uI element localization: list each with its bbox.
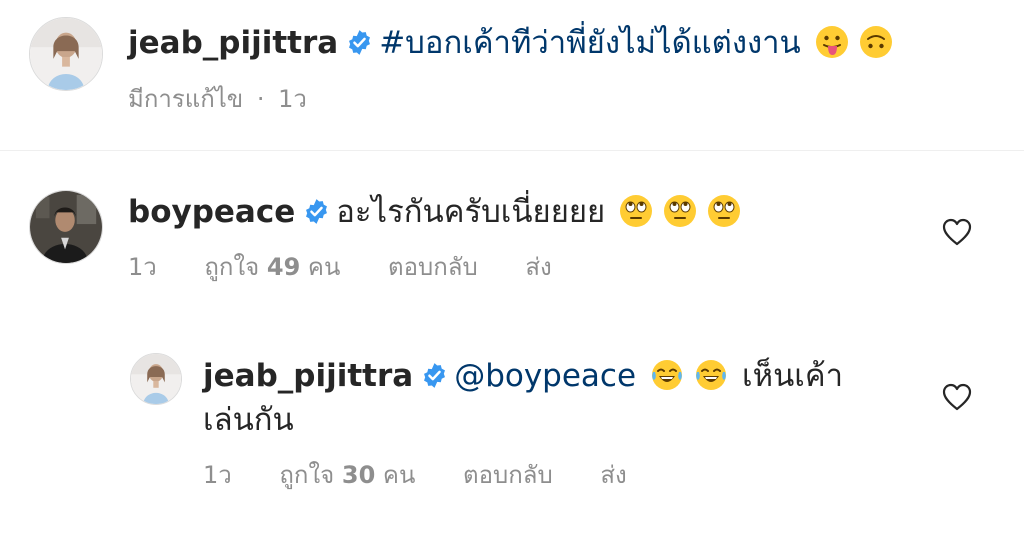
reply-username[interactable]: jeab_pijittra	[203, 358, 413, 394]
caption-line: jeab_pijittra #บอกเค้าทีว่าพี่ยังไม่ได้แต…	[128, 23, 893, 63]
likes-suffix: คน	[382, 461, 416, 489]
comment-meta: 1ว ถูกใจ 49 คน ตอบกลับ ส่ง	[128, 252, 552, 282]
meta-dot: ·	[256, 85, 265, 113]
reply-send-button[interactable]: ส่ง	[600, 460, 626, 490]
user-photo-icon	[30, 18, 102, 90]
comment-like-heart-icon[interactable]	[942, 218, 972, 246]
reply-meta: 1ว ถูกใจ 30 คน ตอบกลับ ส่ง	[203, 460, 627, 490]
likes-suffix: คน	[307, 253, 341, 281]
comment-line: boypeace อะไรกันครับเนี่ยยยย	[128, 192, 741, 232]
tears-of-joy-emoji-icon	[650, 358, 684, 392]
reply-avatar[interactable]	[130, 353, 182, 405]
comment-time: 1ว	[128, 253, 157, 281]
eye-roll-face-emoji-icon	[707, 194, 741, 228]
reply-line-1: jeab_pijittra @boypeace เห็นเค้า	[203, 356, 843, 396]
caption-username[interactable]: jeab_pijittra	[128, 25, 338, 61]
tongue-face-emoji-icon	[815, 25, 849, 59]
comment-reply-button[interactable]: ตอบกลับ	[388, 252, 478, 282]
caption-avatar[interactable]	[29, 17, 103, 91]
reply-line-2: เล่นกัน	[203, 400, 294, 440]
comment-send-button[interactable]: ส่ง	[525, 252, 551, 282]
verified-badge-icon	[421, 362, 448, 389]
user-photo-icon	[30, 191, 102, 263]
edited-label: มีการแก้ไข	[128, 85, 244, 113]
verified-badge-icon	[346, 29, 373, 56]
caption-meta: มีการแก้ไข · 1ว	[128, 84, 307, 114]
reply-time: 1ว	[203, 461, 232, 489]
comment-likes[interactable]: ถูกใจ 49 คน	[204, 252, 340, 282]
caption-time: 1ว	[278, 85, 307, 113]
likes-count: 49	[266, 253, 301, 281]
verified-badge-icon	[303, 198, 330, 225]
tears-of-joy-emoji-icon	[694, 358, 728, 392]
upside-down-face-emoji-icon	[859, 25, 893, 59]
comment-avatar[interactable]	[29, 190, 103, 264]
reply-mention[interactable]: @boypeace	[454, 358, 636, 394]
likes-prefix: ถูกใจ	[279, 461, 335, 489]
likes-count: 30	[341, 461, 376, 489]
comment-text: อะไรกันครับเนี่ยยยย	[336, 194, 606, 230]
comment-username[interactable]: boypeace	[128, 194, 295, 230]
likes-prefix: ถูกใจ	[204, 253, 260, 281]
caption-hashtag[interactable]: #บอกเค้าทีว่าพี่ยังไม่ได้แต่งงาน	[379, 25, 801, 61]
user-photo-icon	[131, 354, 181, 404]
reply-text-2: เล่นกัน	[203, 402, 294, 438]
reply-text-1: เห็นเค้า	[742, 358, 844, 394]
eye-roll-face-emoji-icon	[663, 194, 697, 228]
reply-likes[interactable]: ถูกใจ 30 คน	[279, 460, 415, 490]
comments-screen: jeab_pijittra #บอกเค้าทีว่าพี่ยังไม่ได้แต…	[0, 0, 1024, 560]
reply-reply-button[interactable]: ตอบกลับ	[463, 460, 553, 490]
caption-divider	[0, 150, 1024, 151]
eye-roll-face-emoji-icon	[619, 194, 653, 228]
reply-like-heart-icon[interactable]	[942, 383, 972, 411]
